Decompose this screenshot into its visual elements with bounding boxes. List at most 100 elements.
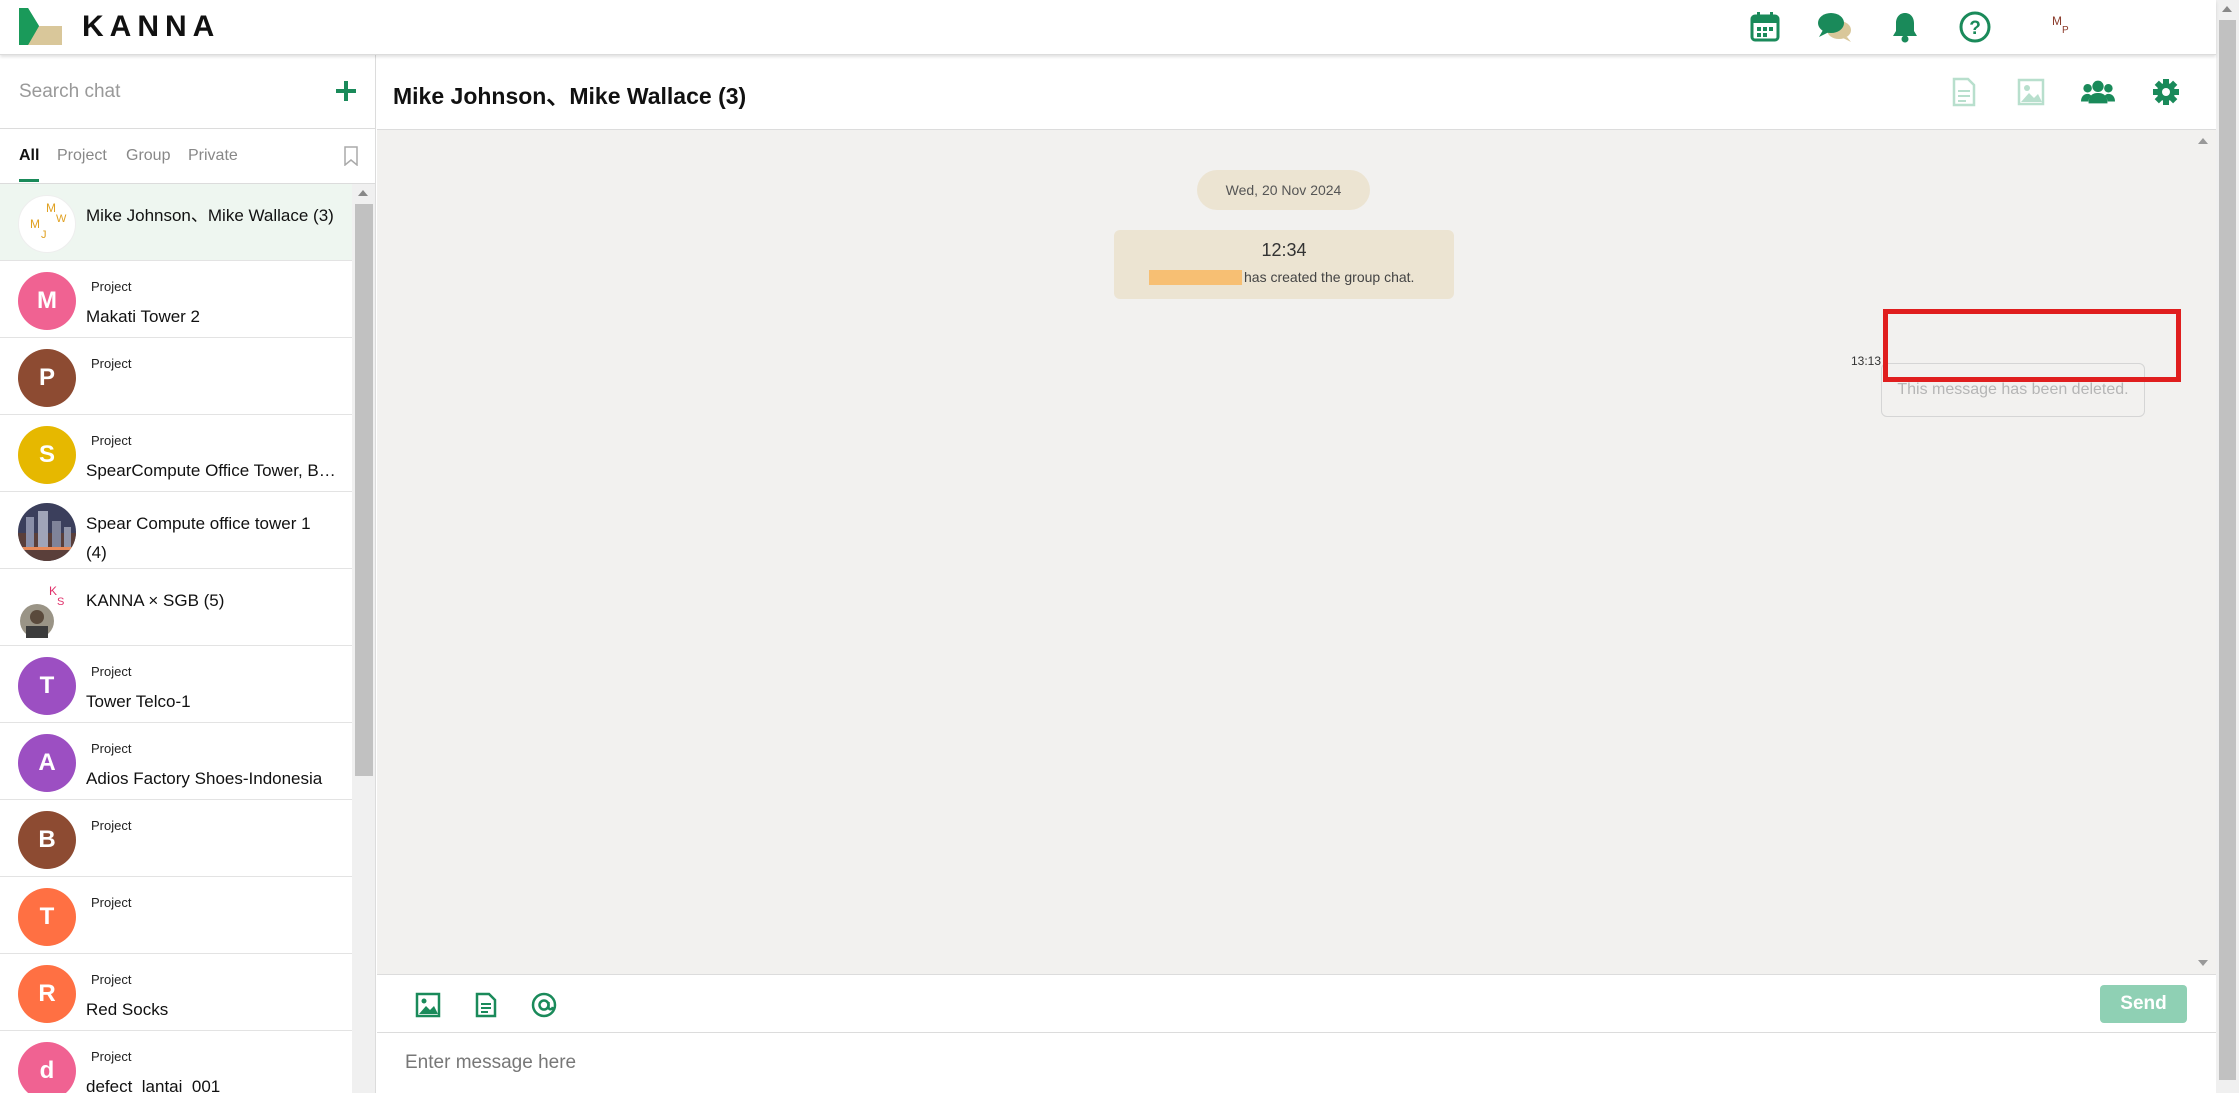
chat-list-item[interactable]: M Project Makati Tower 2 bbox=[0, 261, 352, 338]
avatar: T bbox=[18, 888, 76, 946]
chat-list-item[interactable]: M W M J Mike Johnson、Mike Wallace (3) bbox=[0, 184, 352, 261]
bookmark-icon[interactable] bbox=[343, 146, 359, 167]
chat-list-item[interactable]: T Project bbox=[0, 877, 352, 954]
avatar-initial: M bbox=[30, 217, 40, 231]
avatar-initial: J bbox=[41, 229, 47, 241]
chat-name: Spear Compute office tower 1 (4) bbox=[86, 514, 311, 562]
scroll-thumb[interactable] bbox=[2219, 20, 2236, 1080]
message-area[interactable]: Wed, 20 Nov 2024 12:34 has created the g… bbox=[377, 130, 2216, 974]
help-icon[interactable]: ? bbox=[1957, 9, 1993, 45]
svg-text:?: ? bbox=[1969, 18, 1981, 39]
message-time: 13:13 bbox=[1851, 354, 1882, 368]
highlight-box bbox=[1883, 309, 2181, 382]
date-separator: Wed, 20 Nov 2024 bbox=[1197, 170, 1370, 210]
chat-list-item[interactable]: P Project bbox=[0, 338, 352, 415]
chat-name: Makati Tower 2 bbox=[86, 307, 201, 326]
avatar-initial: K bbox=[49, 584, 58, 598]
tab-private[interactable]: Private bbox=[188, 147, 238, 179]
chat-tag: Project bbox=[91, 279, 132, 294]
system-message-time: 12:34 bbox=[1261, 240, 1307, 260]
page-scrollbar[interactable] bbox=[2216, 0, 2239, 1093]
group-avatar: K S bbox=[18, 580, 76, 638]
avatar-initial: M bbox=[46, 201, 56, 215]
message-input[interactable] bbox=[377, 1033, 2216, 1093]
chat-list-item[interactable]: A Project Adios Factory Shoes-Indonesia bbox=[0, 723, 352, 800]
tab-group[interactable]: Group bbox=[126, 147, 170, 179]
search-row bbox=[0, 55, 375, 129]
chat-name: SpearCompute Office Tower, Bu… bbox=[86, 461, 336, 480]
avatar: P bbox=[18, 349, 76, 407]
avatar: R bbox=[18, 965, 76, 1023]
user-avatar[interactable]: M P bbox=[2040, 12, 2076, 42]
send-button[interactable]: Send bbox=[2100, 985, 2187, 1023]
scroll-thumb[interactable] bbox=[355, 204, 373, 776]
attach-image-icon[interactable] bbox=[413, 990, 443, 1020]
avatar: d bbox=[18, 1042, 76, 1093]
avatar: T bbox=[18, 657, 76, 715]
tab-all[interactable]: All bbox=[19, 147, 40, 182]
bell-icon[interactable] bbox=[1887, 9, 1923, 45]
top-bar: KANNA ? M P bbox=[0, 0, 2216, 55]
chat-list-item[interactable]: d Project defect_lantai_001 bbox=[0, 1031, 352, 1093]
scroll-up-arrow[interactable] bbox=[358, 190, 368, 196]
mention-icon[interactable] bbox=[529, 990, 559, 1020]
chat-tag: Project bbox=[91, 895, 132, 910]
chat-header: Mike Johnson、Mike Wallace (3) bbox=[377, 55, 2216, 130]
system-message-text: has created the group chat. bbox=[1149, 269, 1414, 285]
scroll-up-arrow[interactable] bbox=[2198, 138, 2208, 144]
photo-avatar bbox=[18, 503, 76, 561]
chat-tag: Project bbox=[91, 356, 132, 371]
user-initial-2: P bbox=[2062, 25, 2069, 36]
chat-name: KANNA × SGB (5) bbox=[86, 591, 225, 610]
kanna-logo[interactable]: KANNA bbox=[19, 8, 220, 45]
avatar: S bbox=[18, 426, 76, 484]
chat-icon[interactable] bbox=[1817, 9, 1853, 45]
chat-panel: Mike Johnson、Mike Wallace (3) Wed, 20 No… bbox=[377, 55, 2216, 1093]
chat-name: Tower Telco-1 bbox=[86, 692, 191, 711]
chat-list-item[interactable]: B Project bbox=[0, 800, 352, 877]
avatar-initial: S bbox=[57, 596, 65, 608]
chat-list: M W M J Mike Johnson、Mike Wallace (3) M … bbox=[0, 184, 352, 1093]
file-icon[interactable] bbox=[1947, 75, 1981, 109]
avatar: A bbox=[18, 734, 76, 792]
kanna-logo-mark bbox=[19, 8, 62, 45]
group-avatar: M W M J bbox=[18, 195, 76, 253]
image-icon[interactable] bbox=[2014, 75, 2048, 109]
chat-title: Mike Johnson、Mike Wallace (3) bbox=[393, 83, 747, 109]
add-chat-button[interactable] bbox=[332, 77, 360, 105]
sidebar-scrollbar[interactable] bbox=[352, 184, 375, 1093]
avatar: M bbox=[18, 272, 76, 330]
system-message-body: has created the group chat. bbox=[1244, 269, 1415, 285]
chat-list-item[interactable]: Spear Compute office tower 1 (4) bbox=[0, 492, 352, 569]
chat-tag: Project bbox=[91, 433, 132, 448]
settings-icon[interactable] bbox=[2149, 75, 2183, 109]
redacted-name bbox=[1149, 269, 1242, 285]
chat-name: Mike Johnson、Mike Wallace (3) bbox=[86, 206, 334, 225]
chat-sidebar: All Project Group Private M W M J Mike J… bbox=[0, 55, 376, 1093]
chat-list-item[interactable]: R Project Red Socks bbox=[0, 954, 352, 1031]
system-message: 12:34 has created the group chat. bbox=[1114, 230, 1454, 299]
brand-name: KANNA bbox=[82, 9, 221, 43]
chat-name: defect_lantai_001 bbox=[86, 1077, 221, 1093]
scroll-up-arrow[interactable] bbox=[2222, 6, 2232, 12]
attach-file-icon[interactable] bbox=[471, 990, 501, 1020]
calendar-icon[interactable] bbox=[1747, 9, 1783, 45]
chat-list-item[interactable]: K S KANNA × SGB (5) bbox=[0, 569, 352, 646]
chat-list-item[interactable]: T Project Tower Telco-1 bbox=[0, 646, 352, 723]
chat-tag: Project bbox=[91, 972, 132, 987]
user-initial-1: M bbox=[2052, 14, 2062, 28]
scroll-down-arrow[interactable] bbox=[2198, 960, 2208, 966]
filter-tabs: All Project Group Private bbox=[0, 129, 375, 184]
members-icon[interactable] bbox=[2081, 75, 2115, 109]
chat-name: Adios Factory Shoes-Indonesia bbox=[86, 769, 323, 788]
chat-tag: Project bbox=[91, 818, 132, 833]
composer-toolbar: Send bbox=[377, 974, 2216, 1033]
chat-tag: Project bbox=[91, 664, 132, 679]
chat-tag: Project bbox=[91, 1049, 132, 1064]
chat-name: Red Socks bbox=[86, 1000, 169, 1019]
chat-list-item[interactable]: S Project SpearCompute Office Tower, Bu… bbox=[0, 415, 352, 492]
search-input[interactable] bbox=[19, 75, 319, 109]
tab-project[interactable]: Project bbox=[57, 147, 107, 179]
avatar-initial: W bbox=[56, 213, 67, 225]
avatar: B bbox=[18, 811, 76, 869]
